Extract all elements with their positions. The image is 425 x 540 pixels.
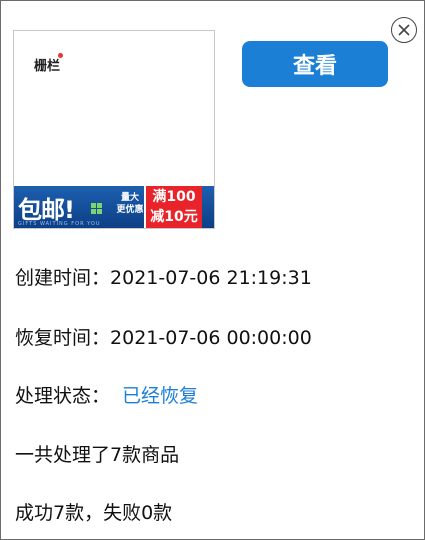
product-thumbnail[interactable]: 栅栏 包邮! 量大 更优惠 GIFTS WAITING FOR YOU 满100…: [13, 30, 215, 229]
created-time-label: 创建时间：: [15, 267, 111, 289]
status-value: 已经恢复: [122, 385, 199, 407]
status-label: 处理状态：: [15, 385, 111, 407]
created-time-value: 2021-07-06 21:19:31: [110, 267, 312, 289]
promo-banner: 包邮! 量大 更优惠 GIFTS WAITING FOR YOU 满100 减1…: [14, 186, 214, 228]
restored-time-label: 恢复时间：: [15, 327, 111, 349]
promo-line2: 减10元: [150, 209, 198, 225]
promo-badge: 满100 减10元: [144, 186, 202, 228]
status-row: 处理状态： 已经恢复: [15, 381, 198, 408]
result-dialog: 栅栏 包邮! 量大 更优惠 GIFTS WAITING FOR YOU 满100…: [0, 0, 425, 540]
view-button[interactable]: 查看: [242, 41, 388, 87]
restored-time-row: 恢复时间：2021-07-06 00:00:00: [15, 323, 312, 350]
restored-time-value: 2021-07-06 00:00:00: [110, 327, 312, 349]
thumbnail-dot: [58, 53, 63, 58]
thumbnail-label: 栅栏: [34, 59, 61, 74]
close-icon[interactable]: [391, 17, 417, 43]
grid-icon: [91, 203, 102, 214]
total-processed-text: 一共处理了7款商品: [15, 444, 180, 466]
created-time-row: 创建时间：2021-07-06 21:19:31: [15, 263, 312, 290]
result-summary-text: 成功7款，失败0款: [15, 502, 173, 524]
banner-main-text: 包邮!: [18, 196, 75, 224]
promo-line1: 满100: [152, 189, 196, 205]
banner-small-text: GIFTS WAITING FOR YOU: [18, 221, 101, 227]
